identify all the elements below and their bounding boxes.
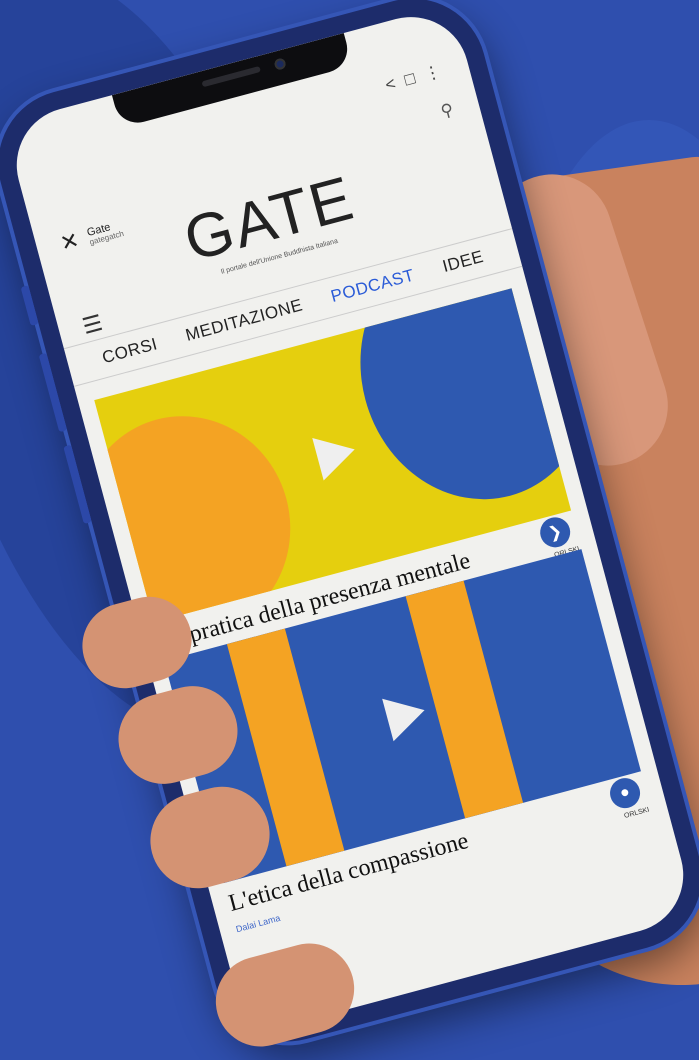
browser-toolbar: < □ ⋮ bbox=[383, 62, 443, 96]
play-icon[interactable] bbox=[382, 688, 431, 742]
nav-item-idee[interactable]: IDEE bbox=[440, 247, 485, 277]
share-icon[interactable]: < bbox=[383, 74, 398, 96]
search-icon[interactable]: ⚲ bbox=[439, 100, 456, 123]
more-icon[interactable]: ⋮ bbox=[422, 62, 444, 86]
artwork-shape bbox=[331, 288, 572, 526]
artwork-stripe bbox=[405, 580, 524, 819]
menu-icon[interactable]: ☰ bbox=[80, 310, 106, 340]
bookmark-icon[interactable]: □ bbox=[402, 69, 417, 91]
speaker bbox=[201, 65, 261, 88]
artwork-shape bbox=[94, 392, 315, 623]
nav-item-meditazione[interactable]: MEDITAZIONE bbox=[184, 295, 305, 345]
camera bbox=[273, 57, 287, 71]
nav-item-corsi[interactable]: CORSI bbox=[100, 334, 160, 368]
nav-item-podcast[interactable]: PODCAST bbox=[329, 265, 417, 306]
play-icon[interactable] bbox=[312, 428, 361, 481]
